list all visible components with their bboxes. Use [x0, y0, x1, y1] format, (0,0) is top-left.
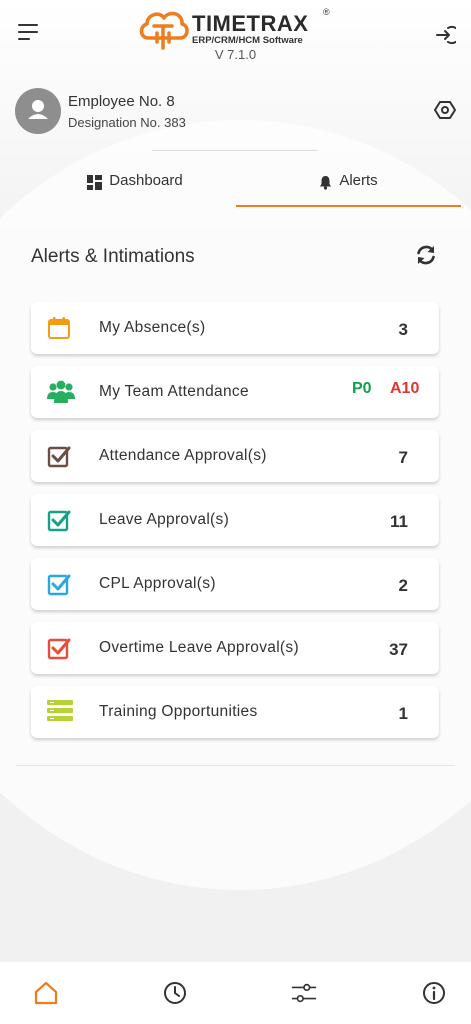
checkbox-icon	[47, 638, 71, 660]
team-icon	[47, 380, 75, 403]
alert-card-attendance-approvals[interactable]: Attendance Approval(s) 7	[31, 430, 439, 482]
present-count: P0	[352, 380, 372, 397]
user-icon	[28, 100, 48, 119]
home-icon[interactable]	[33, 980, 59, 1006]
alert-count: 1	[398, 704, 408, 723]
absent-count: A10	[390, 380, 420, 397]
alert-count: 11	[390, 512, 408, 531]
alert-count: 3	[398, 320, 408, 339]
logo-cloud-icon	[139, 11, 189, 50]
alert-card-overtime-leave-approvals[interactable]: Overtime Leave Approval(s) 37	[31, 622, 439, 674]
menu-icon[interactable]	[18, 24, 46, 46]
alert-label: My Absence(s)	[99, 319, 206, 336]
alert-count: 37	[389, 640, 408, 659]
alert-label: Training Opportunities	[99, 703, 258, 720]
tab-alerts[interactable]: Alerts	[236, 172, 461, 207]
refresh-icon[interactable]	[415, 244, 437, 266]
content-divider	[16, 765, 455, 766]
bottom-nav	[0, 962, 471, 1024]
sliders-icon[interactable]	[291, 980, 317, 1006]
checkbox-icon	[47, 510, 71, 532]
alert-label: Leave Approval(s)	[99, 511, 230, 528]
alert-card-my-absences[interactable]: My Absence(s) 3	[31, 302, 439, 354]
employee-name: Employee No. 8	[68, 93, 175, 110]
alert-label: Overtime Leave Approval(s)	[99, 639, 299, 656]
alert-label: My Team Attendance	[99, 383, 249, 400]
avatar[interactable]	[15, 88, 61, 134]
logo-name: TIMETRAX	[192, 11, 309, 36]
alert-label: Attendance Approval(s)	[99, 447, 267, 464]
bell-icon	[320, 176, 332, 190]
settings-icon[interactable]	[434, 99, 456, 121]
alert-count: 2	[398, 576, 408, 595]
alert-card-leave-approvals[interactable]: Leave Approval(s) 11	[31, 494, 439, 546]
list-icon	[47, 700, 73, 721]
info-icon[interactable]	[421, 980, 447, 1006]
calendar-icon	[48, 317, 70, 339]
profile-divider	[152, 150, 318, 151]
alert-card-training-opportunities[interactable]: Training Opportunities 1	[31, 686, 439, 738]
logout-icon[interactable]	[434, 24, 456, 46]
section-title: Alerts & Intimations	[31, 246, 195, 267]
tab-dashboard-label: Dashboard	[109, 172, 183, 189]
alert-label: CPL Approval(s)	[99, 575, 216, 592]
app-version: V 7.1.0	[214, 47, 257, 62]
dashboard-grid-icon	[87, 175, 103, 190]
clock-icon[interactable]	[162, 980, 188, 1006]
tab-alerts-label: Alerts	[339, 172, 378, 189]
logo-tagline: ERP/CRM/HCM Software	[192, 35, 303, 46]
employee-designation: Designation No. 383	[68, 115, 186, 130]
alert-count: 7	[398, 448, 408, 467]
logo-registered-mark: ®	[323, 7, 330, 17]
checkbox-icon	[47, 574, 71, 596]
tab-dashboard[interactable]: Dashboard	[40, 172, 230, 205]
checkbox-icon	[47, 446, 71, 468]
alert-card-team-attendance[interactable]: My Team Attendance P0 A10	[31, 366, 439, 418]
alert-card-cpl-approvals[interactable]: CPL Approval(s) 2	[31, 558, 439, 610]
